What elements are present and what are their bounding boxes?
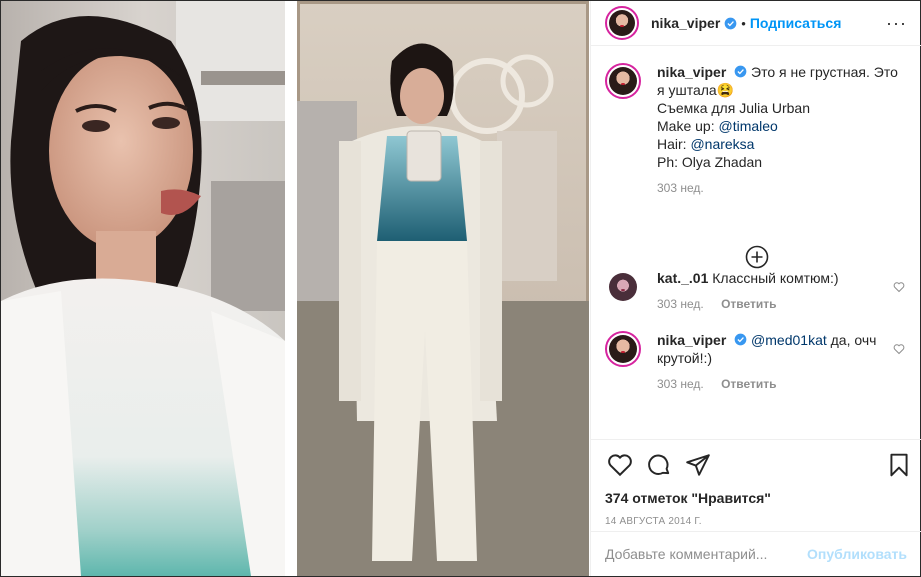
reply-button[interactable]: Ответить bbox=[721, 297, 776, 311]
separator-dot: • bbox=[741, 15, 746, 31]
makeup-label: Make up: bbox=[657, 118, 719, 134]
comment-icon[interactable] bbox=[646, 452, 672, 478]
post-photo[interactable] bbox=[1, 1, 589, 576]
verified-badge-icon bbox=[724, 17, 737, 29]
comment-meta: 303 нед. Ответить bbox=[657, 295, 902, 313]
photo-right-mirror bbox=[297, 1, 589, 576]
plus-circle-icon[interactable] bbox=[745, 245, 769, 269]
caption-text: nika_viper Это я не грустная. Это я ушта… bbox=[657, 63, 902, 197]
photo-left-selfie bbox=[1, 1, 285, 576]
comment-row: nika_viper @med01kat да, очч крутой!:) 3… bbox=[605, 331, 907, 393]
makeup-mention-link[interactable]: @timaleo bbox=[718, 118, 777, 134]
commenter-username[interactable]: kat._.01 bbox=[657, 270, 708, 286]
caption-row: nika_viper Это я не грустная. Это я ушта… bbox=[605, 63, 907, 197]
author-avatar[interactable] bbox=[605, 6, 639, 40]
caption-meta: 303 нед. bbox=[657, 179, 902, 197]
add-comment-bar: Добавьте комментарий... Опубликовать bbox=[591, 531, 921, 576]
mirror-image bbox=[297, 1, 589, 576]
heart-icon[interactable] bbox=[607, 452, 633, 478]
hair-mention-link[interactable]: @nareksa bbox=[690, 136, 754, 152]
caption-time[interactable]: 303 нед. bbox=[657, 181, 704, 195]
commenter-avatar[interactable] bbox=[605, 269, 641, 305]
follow-button[interactable]: Подписаться bbox=[750, 15, 842, 31]
reply-button[interactable]: Ответить bbox=[721, 377, 776, 391]
comment-row: kat._.01 Классный комтюм:) 303 нед. Отве… bbox=[605, 269, 907, 313]
verified-badge-icon bbox=[734, 333, 747, 346]
caption-username[interactable]: nika_viper bbox=[657, 64, 726, 80]
comment-body: Классный комтюм:) bbox=[712, 270, 839, 286]
more-options-icon[interactable]: ··· bbox=[886, 13, 907, 34]
commenter-username[interactable]: nika_viper bbox=[657, 332, 726, 348]
photographer-credit: Ph: Olya Zhadan bbox=[657, 154, 763, 170]
comment-text: kat._.01 Классный комтюм:) 303 нед. Отве… bbox=[657, 269, 902, 313]
comment-time[interactable]: 303 нед. bbox=[657, 297, 704, 311]
caption-avatar[interactable] bbox=[605, 63, 641, 99]
author-username[interactable]: nika_viper bbox=[651, 15, 720, 31]
heart-icon[interactable] bbox=[893, 343, 905, 355]
comment-text: nika_viper @med01kat да, очч крутой!:) 3… bbox=[657, 331, 902, 393]
heart-icon[interactable] bbox=[893, 281, 905, 293]
verified-badge-icon bbox=[734, 65, 747, 78]
tired-face-emoji: 😫 bbox=[716, 82, 735, 98]
photo-divider bbox=[285, 1, 297, 576]
post-actions: 374 отметок "Нравится" 14 августа 2014 г… bbox=[591, 439, 921, 529]
post-header: nika_viper • Подписаться ··· bbox=[591, 1, 921, 46]
caption-line2: Съемка для Julia Urban bbox=[657, 100, 811, 116]
commenter-avatar[interactable] bbox=[605, 331, 641, 367]
post-date[interactable]: 14 августа 2014 г. bbox=[605, 516, 907, 527]
publish-button[interactable]: Опубликовать bbox=[807, 546, 907, 562]
comment-mention-link[interactable]: @med01kat bbox=[751, 332, 827, 348]
selfie-image bbox=[1, 1, 285, 576]
comment-time[interactable]: 303 нед. bbox=[657, 377, 704, 391]
comment-meta: 303 нед. Ответить bbox=[657, 375, 902, 393]
share-icon[interactable] bbox=[685, 452, 711, 478]
comment-input[interactable]: Добавьте комментарий... bbox=[605, 546, 767, 562]
comments-section: nika_viper Это я не грустная. Это я ушта… bbox=[591, 47, 921, 439]
likes-count[interactable]: 374 отметок "Нравится" bbox=[605, 490, 907, 506]
post-details-panel: nika_viper • Подписаться ··· nika_viper … bbox=[590, 1, 921, 576]
bookmark-icon[interactable] bbox=[886, 452, 912, 478]
action-icons bbox=[605, 452, 908, 482]
hair-label: Hair: bbox=[657, 136, 691, 152]
